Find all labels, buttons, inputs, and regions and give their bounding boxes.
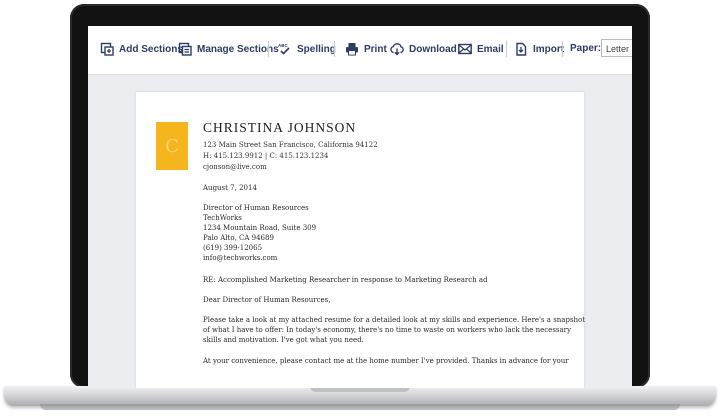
spell-check-icon: ABC (278, 42, 292, 56)
recipient-line: info@techworks.com (203, 254, 278, 262)
add-sections-button[interactable]: Add Sections (100, 39, 183, 59)
laptop-base-shadow (40, 404, 680, 410)
cover-letter-page[interactable]: C CHRISTINA JOHNSON 123 Main Street San … (136, 92, 586, 388)
editor-toolbar: Add Sections Manage Sections ABC Spellin… (88, 26, 632, 75)
recipient-line: Palo Alto, CA 94689 (203, 234, 274, 242)
printer-icon (345, 42, 359, 56)
letter-subject: RE: Accomplished Marketing Researcher in… (203, 276, 488, 284)
toolbar-divider (562, 41, 563, 57)
toolbar-divider (268, 41, 269, 57)
applicant-address: 123 Main Street San Francisco, Californi… (203, 141, 378, 149)
paragraph-line: Please take a look at my attached resume… (203, 316, 586, 324)
email-button[interactable]: Email (458, 39, 504, 59)
print-button[interactable]: Print (345, 39, 387, 59)
envelope-icon (458, 42, 472, 56)
letter-date: August 7, 2014 (203, 184, 257, 192)
paper-size-select[interactable]: Letter (601, 39, 632, 57)
paragraph-line: of what I have to offer: In today's econ… (203, 326, 571, 334)
recipient-line: (619) 399-12065 (203, 244, 263, 252)
spell-check-icon-text: ABC (278, 43, 288, 48)
recipient-line: Director of Human Resources (203, 204, 309, 212)
applicant-email: cjonson@live.com (203, 163, 267, 171)
email-label: Email (477, 43, 504, 55)
toolbar-divider (334, 41, 335, 57)
applicant-name: CHRISTINA JOHNSON (203, 120, 357, 135)
import-label: Import (533, 43, 565, 55)
add-sections-label: Add Sections (119, 43, 183, 55)
import-button[interactable]: Import (514, 39, 564, 59)
applicant-phones: H: 415.123.9912 | C: 415.123.1234 (203, 152, 329, 160)
laptop-screen: Add Sections Manage Sections ABC Spellin… (88, 26, 632, 388)
download-cloud-icon (390, 42, 404, 56)
paragraph-line: skills and motivation. I've got what you… (203, 336, 364, 344)
manage-sections-button[interactable]: Manage Sections (178, 39, 279, 59)
recipient-line: TechWorks (203, 214, 242, 222)
paragraph-line: At your convenience, please contact me a… (203, 357, 569, 365)
recipient-line: 1234 Mountain Road, Suite 309 (203, 224, 317, 232)
add-section-icon (100, 42, 114, 56)
spelling-button[interactable]: ABC Spelling (278, 39, 336, 59)
import-icon (514, 42, 528, 56)
spelling-label: Spelling (297, 43, 336, 55)
download-label: Download (409, 43, 457, 55)
manage-sections-icon (178, 42, 192, 56)
monogram-badge: C (156, 122, 188, 170)
monogram-letter: C (165, 135, 179, 157)
toolbar-divider (506, 41, 507, 57)
manage-sections-label: Manage Sections (197, 43, 279, 55)
print-label: Print (364, 43, 387, 55)
paper-label: Paper: (570, 43, 602, 54)
download-button[interactable]: Download (390, 39, 457, 59)
letter-salutation: Dear Director of Human Resources, (203, 296, 331, 304)
